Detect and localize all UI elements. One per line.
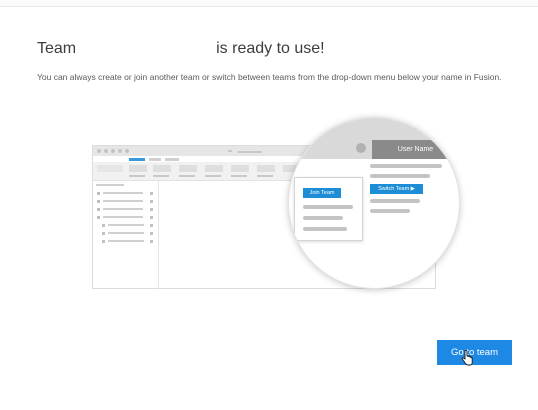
go-to-team-button[interactable]: Go to team bbox=[437, 340, 512, 365]
ribbon-group bbox=[231, 165, 249, 172]
ribbon-label bbox=[257, 175, 273, 177]
ribbon-group bbox=[179, 165, 197, 172]
tree-row bbox=[103, 216, 143, 218]
ribbon-group bbox=[97, 165, 123, 172]
active-tab bbox=[129, 158, 145, 161]
ribbon-label bbox=[129, 175, 145, 177]
tab bbox=[165, 158, 179, 161]
menu-item-line bbox=[370, 174, 430, 178]
browser-tree bbox=[93, 181, 159, 289]
heading-prefix: Team bbox=[37, 40, 77, 57]
submenu-line bbox=[303, 205, 353, 209]
window-dots bbox=[97, 149, 129, 153]
ribbon-group bbox=[257, 165, 275, 172]
tab bbox=[149, 158, 161, 161]
user-avatar-icon bbox=[356, 143, 366, 153]
tree-row bbox=[108, 232, 144, 234]
ribbon-label bbox=[153, 175, 169, 177]
titlebar-text bbox=[238, 151, 262, 153]
menu-item-line bbox=[370, 209, 410, 213]
tree-header bbox=[96, 184, 124, 186]
ribbon-group bbox=[129, 165, 147, 172]
menu-item-line bbox=[370, 199, 420, 203]
user-name-header: User Name bbox=[372, 140, 459, 159]
tree-row bbox=[108, 224, 144, 226]
ribbon-label bbox=[179, 175, 195, 177]
team-submenu: Join Team bbox=[294, 177, 363, 241]
description-text: You can always create or join another te… bbox=[37, 72, 502, 82]
user-dropdown-menu: Switch Team ▶ bbox=[362, 159, 459, 219]
tree-row bbox=[108, 240, 144, 242]
titlebar-icon bbox=[228, 150, 232, 152]
join-team-button: Join Team bbox=[303, 188, 341, 198]
page-heading: Team is ready to use! bbox=[37, 40, 325, 58]
top-border bbox=[0, 0, 538, 7]
magnified-team-menu: User Name Switch Team ▶ Join Team bbox=[288, 117, 460, 289]
hand-cursor-icon bbox=[461, 350, 473, 366]
ribbon-group bbox=[205, 165, 223, 172]
tree-row bbox=[103, 208, 143, 210]
ribbon-group bbox=[153, 165, 171, 172]
submenu-line bbox=[303, 216, 343, 220]
heading-suffix: is ready to use! bbox=[216, 40, 325, 57]
tree-row bbox=[103, 200, 143, 202]
tree-row bbox=[103, 192, 143, 194]
user-name-label: User Name bbox=[397, 146, 434, 153]
ribbon-label bbox=[205, 175, 221, 177]
switch-team-button: Switch Team ▶ bbox=[370, 184, 423, 194]
ribbon-label bbox=[231, 175, 247, 177]
menu-item-line bbox=[370, 164, 442, 168]
submenu-line bbox=[303, 227, 347, 231]
